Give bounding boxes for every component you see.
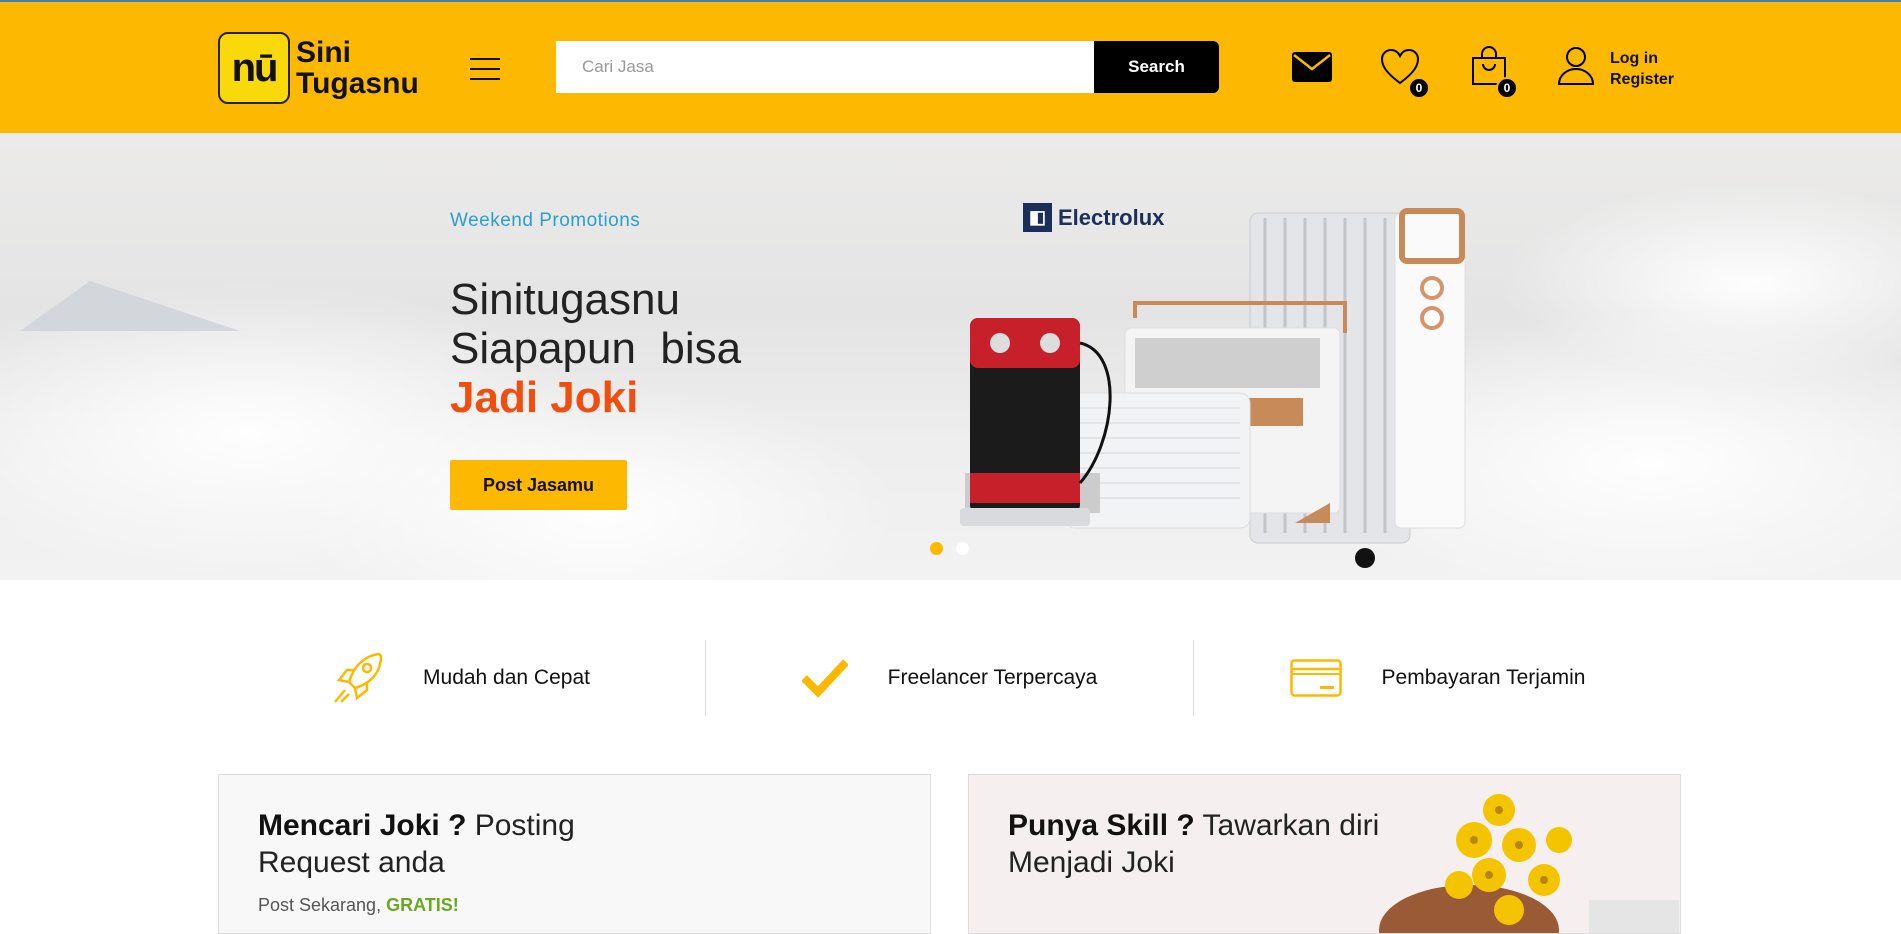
credit-card-icon [1289,659,1342,697]
card-title: Punya Skill ? Tawarkan diri Menjadi Joki [1008,809,1380,879]
user-icon[interactable] [1557,46,1595,91]
promo-label: Weekend Promotions [450,210,641,231]
mail-icon[interactable] [1292,52,1332,87]
rocket-icon [334,652,383,703]
logo-text: Sini Tugasnu [296,37,419,99]
logo-mark: nū [218,32,290,104]
checkmark-icon [801,659,848,698]
login-link[interactable]: Log in [1610,48,1674,69]
hero-headline: Sinitugasnu Siapapun bisa Jadi Joki [450,275,741,422]
search-button[interactable]: Search [1094,41,1219,93]
flowers-image [1379,794,1679,933]
menu-icon[interactable] [470,58,500,80]
feature-item: Freelancer Terpercaya [706,640,1194,716]
feature-item: Mudah dan Cepat [218,640,706,716]
feature-label: Mudah dan Cepat [423,666,590,689]
auth-links: Log in Register [1610,48,1674,90]
feature-item: Pembayaran Terjamin [1194,640,1681,716]
card-title: Mencari Joki ? Posting Request anda [258,809,575,879]
site-header: nū Sini Tugasnu Search 0 0 Log in Regist… [0,2,1901,133]
headline-highlight: Jadi Joki [450,373,639,422]
features-row: Mudah dan Cepat Freelancer Terpercaya Pe… [218,640,1681,716]
mountain-background [20,281,240,331]
slide-dot-2[interactable] [956,542,969,555]
shopping-bag-icon[interactable]: 0 [1470,46,1518,99]
search-bar: Search [556,41,1219,93]
feature-label: Freelancer Terpercaya [887,666,1098,689]
heart-icon[interactable]: 0 [1380,48,1430,99]
logo-line2: Tugasnu [296,67,419,100]
card-offer[interactable]: Punya Skill ? Tawarkan diri Menjadi Joki [968,774,1681,934]
wishlist-count: 0 [1408,77,1430,99]
logo-line1: Sini [296,36,352,69]
register-link[interactable]: Register [1610,69,1674,90]
hero-slider: Weekend Promotions Sinitugasnu Siapapun … [0,133,1901,580]
feature-label: Pembayaran Terjamin [1381,666,1586,689]
logo[interactable]: nū Sini Tugasnu [218,32,419,104]
headline-line2: Siapapun bisa [450,324,742,373]
product-image [960,208,1466,568]
search-input[interactable] [556,41,1094,93]
headline-line1: Sinitugasnu [450,275,680,324]
cart-count: 0 [1496,77,1518,99]
card-request[interactable]: Mencari Joki ? Posting Request anda Post … [218,774,931,934]
slide-dot-1[interactable] [930,542,943,555]
post-jasamu-button[interactable]: Post Jasamu [450,460,627,510]
